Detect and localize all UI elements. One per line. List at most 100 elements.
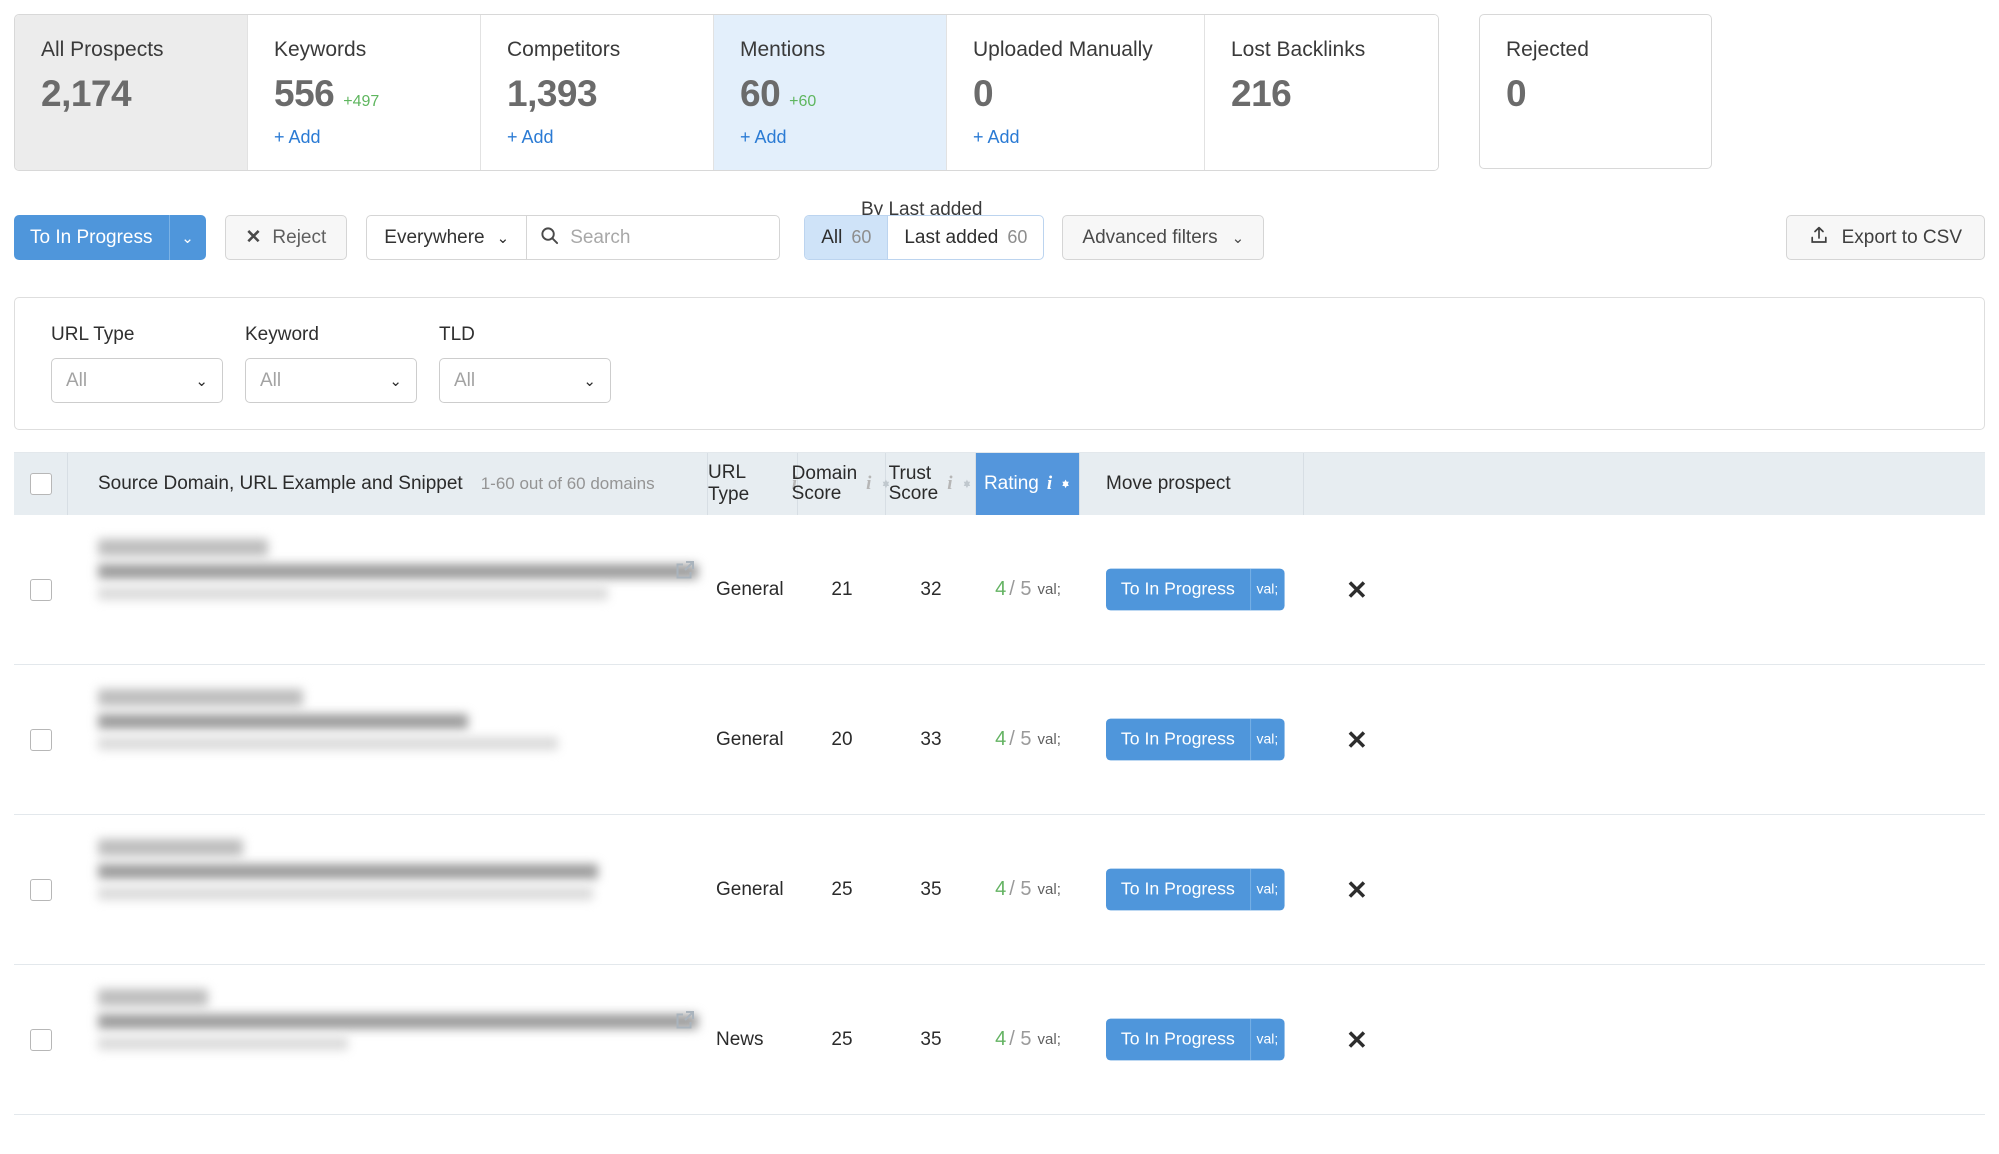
chevron-down-icon[interactable]: val; (1251, 719, 1284, 761)
export-to-csv-button[interactable]: Export to CSV (1785, 215, 1985, 260)
stat-card-all-prospects[interactable]: All Prospects 2,174 (15, 15, 248, 170)
scope-select[interactable]: Everywhere ⌄ (367, 216, 528, 259)
row-select-cell[interactable] (14, 515, 68, 664)
row-select-cell[interactable] (14, 965, 68, 1114)
url-type-select[interactable]: All ⌄ (51, 358, 223, 403)
row-move-label: To In Progress (1106, 868, 1251, 911)
column-header-rating[interactable]: Rating i ▲ ▼ (976, 453, 1080, 515)
info-icon[interactable]: i (1047, 473, 1052, 495)
filter-field-tld: TLD All ⌄ (439, 324, 611, 403)
tld-select[interactable]: All ⌄ (439, 358, 611, 403)
redacted-snippet (98, 1037, 348, 1050)
table-row[interactable]: General 20 33 4 / 5 val; To In Progress … (14, 665, 1985, 815)
row-checkbox[interactable] (30, 1028, 52, 1051)
row-source-cell[interactable] (68, 815, 708, 964)
row-url-type: General (716, 728, 784, 750)
keyword-select[interactable]: All ⌄ (245, 358, 417, 403)
reject-button[interactable]: ✕ Reject (224, 215, 348, 260)
move-to-in-progress-button[interactable]: To In Progress ⌄ (14, 215, 206, 260)
column-header-source-label: Source Domain, URL Example and Snippet (98, 473, 463, 494)
row-rating[interactable]: 4 / 5 val; (976, 665, 1080, 814)
keyword-select-value: All (260, 369, 282, 391)
row-reject-icon[interactable]: ✕ (1346, 877, 1368, 903)
row-domain-score: 25 (831, 878, 853, 900)
chevron-down-icon: ⌄ (195, 372, 208, 390)
row-rating-max: / 5 (1009, 1028, 1032, 1050)
row-select-cell[interactable] (14, 665, 68, 814)
column-header-url-type[interactable]: URL Type i (708, 453, 798, 515)
sort-arrows-icon[interactable]: ▲ ▼ (1060, 478, 1071, 491)
column-header-source[interactable]: Source Domain, URL Example and Snippet 1… (68, 453, 708, 515)
row-move-to-in-progress-button[interactable]: To In Progress val; (1106, 568, 1285, 611)
chevron-down-icon[interactable]: val; (1251, 869, 1284, 911)
stat-value: 60 (740, 73, 781, 114)
row-move-to-in-progress-button[interactable]: To In Progress val; (1106, 1018, 1285, 1061)
row-checkbox[interactable] (30, 878, 52, 901)
chevron-down-icon[interactable]: val; (1038, 1031, 1061, 1048)
column-header-trust-score[interactable]: Trust Score i ▲ ▼ (886, 453, 976, 515)
redacted-snippet (98, 737, 558, 750)
row-rating[interactable]: 4 / 5 val; (976, 515, 1080, 664)
chevron-down-icon: ⌄ (1231, 229, 1245, 247)
row-move-to-in-progress-button[interactable]: To In Progress val; (1106, 718, 1285, 761)
add-competitors-link[interactable]: + Add (507, 127, 687, 148)
row-reject-icon[interactable]: ✕ (1346, 727, 1368, 753)
chevron-down-icon: ⌄ (496, 229, 510, 247)
table-row[interactable]: General 21 32 4 / 5 val; To In Progress … (14, 515, 1985, 665)
table-row[interactable]: News 25 35 4 / 5 val; To In Progress val… (14, 965, 1985, 1115)
search-input[interactable] (570, 226, 767, 249)
stat-card-uploaded-manually[interactable]: Uploaded Manually 0 + Add (947, 15, 1205, 170)
info-icon[interactable]: i (947, 473, 952, 495)
stat-delta: +60 (789, 93, 817, 110)
segment-all-label: All (821, 226, 843, 248)
row-source-cell[interactable] (68, 965, 708, 1114)
select-all-header[interactable] (14, 453, 68, 515)
chevron-down-icon: ⌄ (389, 372, 402, 390)
add-mentions-link[interactable]: + Add (740, 127, 920, 148)
chevron-down-icon[interactable]: val; (1038, 581, 1061, 598)
row-rating-max: / 5 (1009, 578, 1032, 600)
row-rating-max: / 5 (1009, 878, 1032, 900)
column-header-domain-score[interactable]: Domain Score i ▲ ▼ (792, 453, 891, 515)
select-all-checkbox[interactable] (29, 473, 52, 495)
add-uploaded-link[interactable]: + Add (973, 127, 1178, 148)
row-rating[interactable]: 4 / 5 val; (976, 965, 1080, 1114)
stat-card-competitors[interactable]: Competitors 1,393 + Add (481, 15, 714, 170)
row-select-cell[interactable] (14, 815, 68, 964)
row-reject-icon[interactable]: ✕ (1346, 577, 1368, 603)
row-reject-icon[interactable]: ✕ (1346, 1027, 1368, 1053)
column-header-url-type-label: URL Type (708, 462, 750, 505)
row-move-label: To In Progress (1106, 1018, 1251, 1061)
stat-card-rejected[interactable]: Rejected 0 (1479, 14, 1712, 169)
table-row[interactable]: General 25 35 4 / 5 val; To In Progress … (14, 815, 1985, 965)
search-icon (540, 226, 559, 250)
filter-field-url-type: URL Type All ⌄ (51, 324, 223, 403)
sort-arrows-icon[interactable]: ▲ ▼ (962, 478, 973, 491)
chevron-down-icon[interactable]: ⌄ (170, 215, 206, 260)
stat-card-mentions[interactable]: Mentions 60 +60 + Add (714, 15, 947, 170)
row-source-cell[interactable] (68, 515, 708, 664)
external-link-icon[interactable] (674, 559, 696, 581)
external-link-icon[interactable] (674, 1009, 696, 1031)
row-move-cell: To In Progress val; (1080, 515, 1304, 664)
chevron-down-icon[interactable]: val; (1251, 569, 1284, 611)
add-keywords-link[interactable]: + Add (274, 127, 454, 148)
row-checkbox[interactable] (30, 578, 52, 601)
stat-card-lost-backlinks[interactable]: Lost Backlinks 216 (1205, 15, 1438, 170)
chevron-down-icon[interactable]: val; (1038, 731, 1061, 748)
info-icon[interactable]: i (866, 473, 871, 495)
advanced-filters-button[interactable]: Advanced filters ⌄ (1062, 215, 1265, 260)
stat-card-keywords[interactable]: Keywords 556 +497 + Add (248, 15, 481, 170)
row-source-cell[interactable] (68, 665, 708, 814)
row-checkbox[interactable] (30, 728, 52, 751)
row-move-to-in-progress-button[interactable]: To In Progress val; (1106, 868, 1285, 911)
filter-label: TLD (439, 324, 475, 345)
chevron-down-icon[interactable]: val; (1038, 881, 1061, 898)
chevron-down-icon[interactable]: val; (1251, 1019, 1284, 1061)
segment-all[interactable]: All 60 (805, 216, 889, 259)
domain-score-line1: Domain (791, 463, 858, 484)
row-rating-value: 4 (995, 1028, 1007, 1050)
row-rating[interactable]: 4 / 5 val; (976, 815, 1080, 964)
redacted-content (98, 689, 708, 758)
segment-last-added[interactable]: Last added 60 (888, 216, 1043, 259)
